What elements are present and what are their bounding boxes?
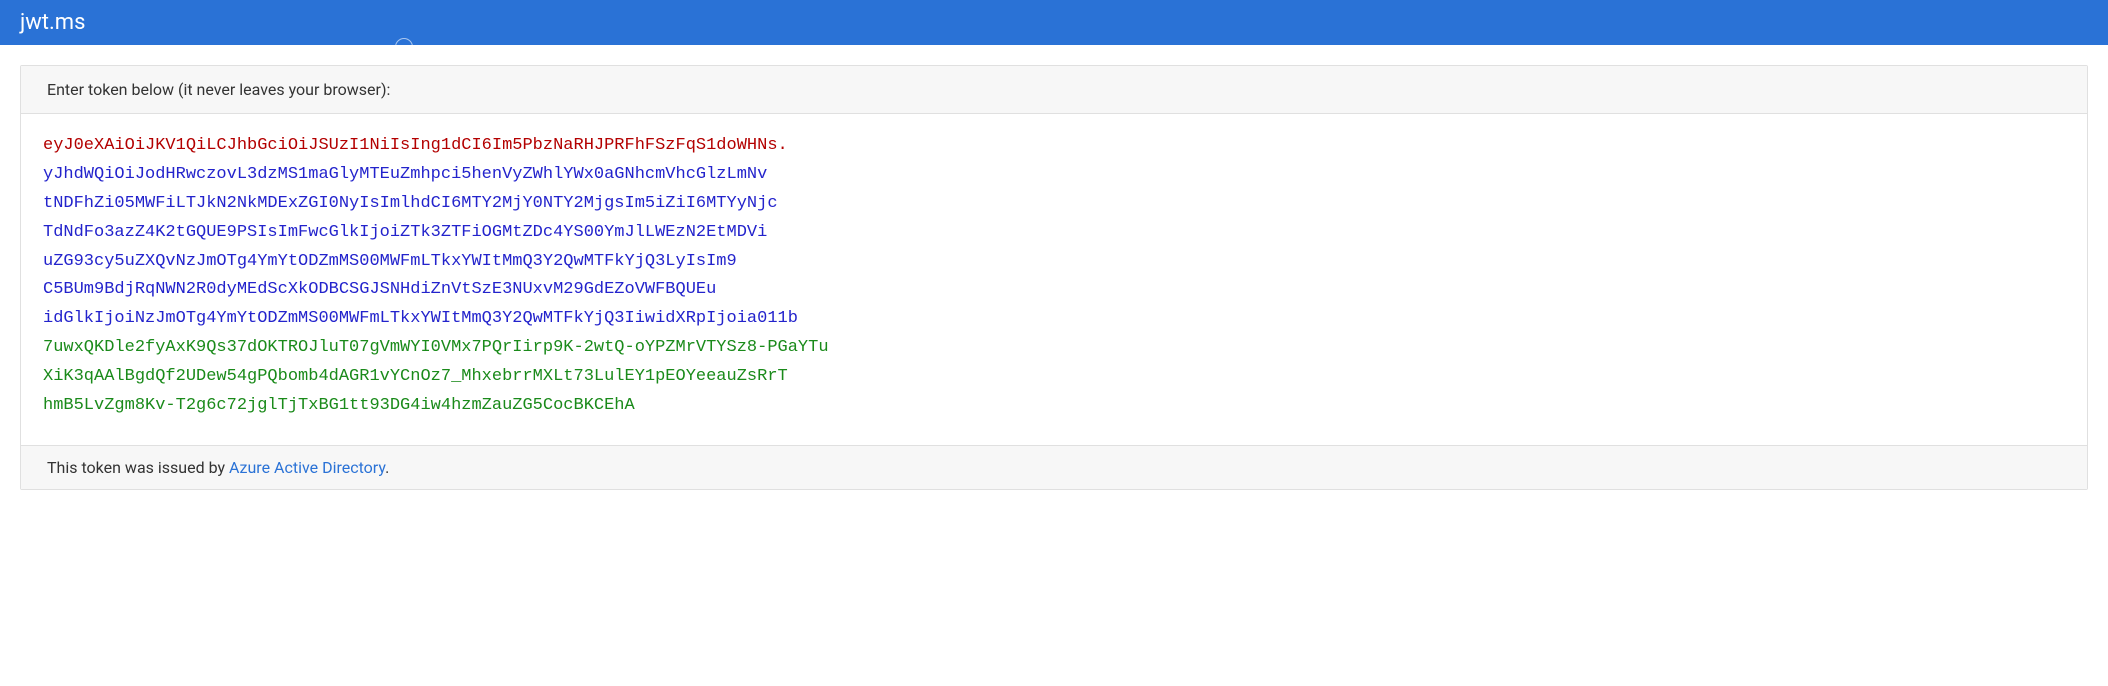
jwt-payload-line: C5BUm9BdjRqNWN2R0dyMEdScXkODBCSGJSNHdiZn… (43, 280, 716, 299)
token-input-area[interactable]: eyJ0eXAiOiJKV1QiLCJhbGciOiJSUzI1NiIsIng1… (21, 114, 2087, 445)
issuer-prefix: This token was issued by (47, 458, 229, 477)
jwt-payload-line: TdNdFo3azZ4K2tGQUE9PSIsImFwcGlkIjoiZTk3Z… (43, 223, 767, 242)
panel-instruction: Enter token below (it never leaves your … (21, 66, 2087, 114)
jwt-header-segment: eyJ0eXAiOiJKV1QiLCJhbGciOiJSUzI1NiIsIng1… (43, 136, 778, 155)
token-panel: Enter token below (it never leaves your … (20, 65, 2088, 490)
app-title: jwt.ms (20, 10, 85, 35)
jwt-signature-line: hmB5LvZgm8Kv-T2g6c72jglTjTxBG1tt93DG4iw4… (43, 396, 635, 415)
issuer-suffix: . (385, 458, 389, 477)
jwt-payload-line: idGlkIjoiNzJmOTg4YmYtODZmMS00MWFmLTkxYWI… (43, 309, 798, 328)
content-wrapper: Enter token below (it never leaves your … (0, 45, 2108, 510)
jwt-signature-line: XiK3qAAlBgdQf2UDew54gPQbomb4dAGR1vYCnOz7… (43, 367, 788, 386)
issuer-footer: This token was issued by Azure Active Di… (21, 445, 2087, 489)
jwt-payload-line: tNDFhZi05MWFiLTJkN2NkMDExZGI0NyIsImlhdCI… (43, 194, 778, 213)
jwt-payload-line: uZG93cy5uZXQvNzJmOTg4YmYtODZmMS00MWFmLTk… (43, 252, 737, 271)
jwt-signature-line: 7uwxQKDle2fyAxK9Qs37dOKTROJluT07gVmWYI0V… (43, 338, 829, 357)
jwt-payload-line: yJhdWQiOiJodHRwczovL3dzMS1maGlyMTEuZmhpc… (43, 165, 767, 184)
jwt-header-dot: . (778, 136, 788, 155)
issuer-link[interactable]: Azure Active Directory (229, 458, 385, 477)
header-decorative-circle (395, 38, 413, 56)
app-header: jwt.ms (0, 0, 2108, 45)
